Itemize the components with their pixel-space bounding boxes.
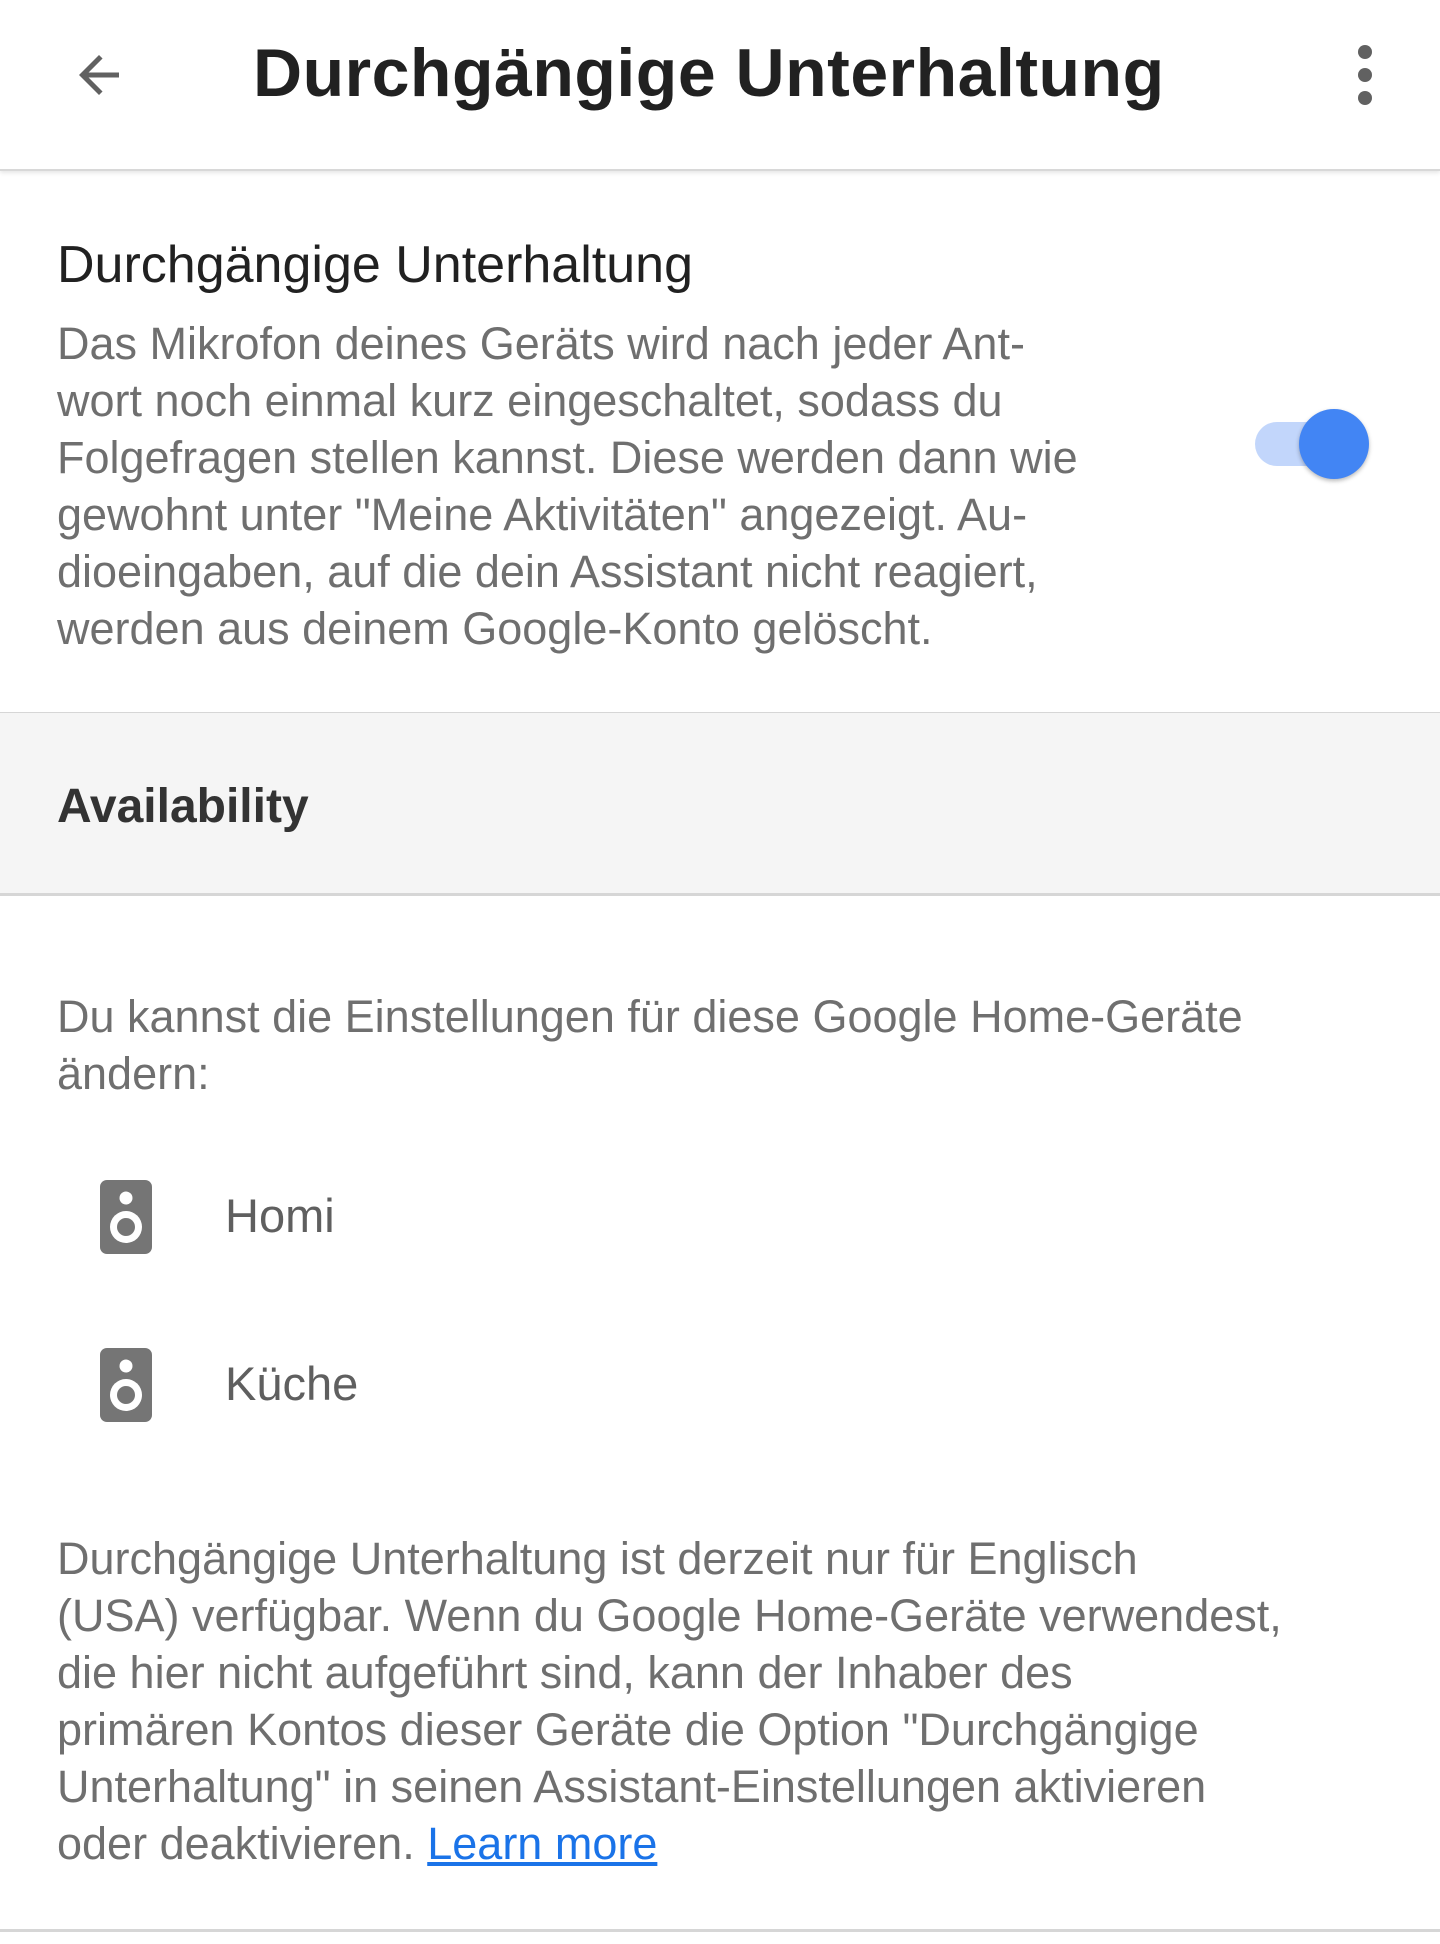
more-vert-icon (1358, 45, 1372, 105)
availability-section-header: Availability (0, 713, 1440, 893)
app-bar: Durchgängige Unterhaltung (0, 0, 1440, 171)
availability-intro: Du kannst die Einstellungen für diese Go… (57, 988, 1387, 1102)
footer-line: (USA) verfügbar. Wenn du Google Home-Ger… (57, 1590, 1282, 1641)
setting-description-line: gewohnt unter "Meine Aktivitäten" angeze… (57, 489, 1028, 540)
setting-description-line: werden aus deinem Google-Konto gelöscht. (57, 603, 933, 654)
setting-description-line: wort noch einmal kurz eingeschaltet, sod… (57, 375, 1003, 426)
device-item-homi[interactable]: Homi (0, 1174, 1440, 1284)
arrow-back-icon (79, 55, 119, 95)
footer-line: die hier nicht aufgeführt sind, kann der… (57, 1647, 1073, 1698)
setting-title: Durchgängige Unterhaltung (57, 236, 693, 294)
toggle-thumb (1299, 409, 1369, 479)
page-title: Durchgängige Unterhaltung (253, 35, 1165, 111)
intro-line: Du kannst die Einstellungen für diese Go… (57, 991, 1243, 1042)
availability-footer: Durchgängige Unterhaltung ist derzeit nu… (57, 1530, 1397, 1872)
setting-description-line: dioeingaben, auf die dein Assistant nich… (57, 546, 1038, 597)
back-button[interactable] (62, 38, 136, 112)
setting-description: Das Mikrofon deines Geräts wird nach jed… (57, 315, 1177, 657)
section-title: Availability (57, 780, 309, 833)
setting-description-line: Das Mikrofon deines Geräts wird nach jed… (57, 318, 1025, 369)
device-item-kueche[interactable]: Küche (0, 1342, 1440, 1452)
speaker-icon (100, 1348, 152, 1422)
footer-line: Durchgängige Unterhaltung ist derzeit nu… (57, 1533, 1138, 1584)
learn-more-link[interactable]: Learn more (427, 1818, 657, 1869)
continued-conversation-toggle[interactable] (1253, 403, 1373, 479)
device-name: Homi (225, 1189, 335, 1242)
footer-line-text: oder deaktivieren. (57, 1818, 415, 1869)
speaker-icon (100, 1180, 152, 1254)
footer-line: primären Kontos dieser Geräte die Option… (57, 1704, 1199, 1755)
footer-last-line: oder deaktivieren. Learn more (57, 1815, 1397, 1872)
device-name: Küche (225, 1357, 359, 1410)
divider (0, 1929, 1440, 1932)
intro-line: ändern: (57, 1048, 210, 1099)
divider (0, 893, 1440, 896)
continued-conversation-setting: Durchgängige Unterhaltung Das Mikrofon d… (0, 173, 1440, 713)
overflow-menu-button[interactable] (1340, 40, 1390, 110)
setting-description-line: Folgefragen stellen kannst. Diese werden… (57, 432, 1078, 483)
footer-line: Unterhaltung" in seinen Assistant-Einste… (57, 1761, 1207, 1812)
